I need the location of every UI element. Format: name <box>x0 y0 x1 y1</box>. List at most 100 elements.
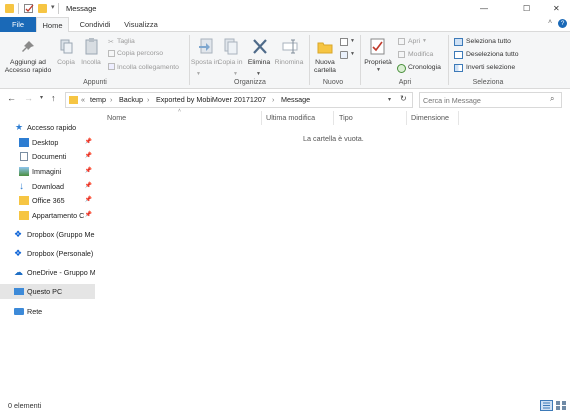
tab-view[interactable]: Visualizza <box>121 17 161 32</box>
sidebar-item-quick-access[interactable]: ★ Accesso rapido <box>0 120 95 135</box>
sidebar-item-pictures[interactable]: Immagini 📌 <box>0 164 95 179</box>
pictures-icon <box>19 167 29 176</box>
column-divider[interactable] <box>406 111 407 125</box>
column-divider[interactable] <box>458 111 459 125</box>
chevron-down-icon: ▼ <box>233 71 238 77</box>
sort-up-icon: ˄ <box>178 108 181 114</box>
sidebar-item-label: Download <box>32 182 64 191</box>
paste-link-button[interactable]: Incolla collegamento <box>117 64 179 72</box>
history-button[interactable]: Cronologia <box>408 64 441 72</box>
sidebar-item-label: Dropbox (Gruppo Me <box>27 230 95 239</box>
search-box[interactable]: ⌕ <box>419 92 562 108</box>
copy-button[interactable]: Copia <box>55 59 77 67</box>
pin-icon[interactable]: 📌 <box>85 164 92 179</box>
invert-selection-icon <box>454 64 463 72</box>
copy-path-icon <box>108 50 115 57</box>
sidebar-item-this-pc[interactable]: Questo PC <box>0 284 95 299</box>
address-bar[interactable]: « temp › Backup › Exported by MobiMover … <box>65 92 413 108</box>
copy-to-button[interactable]: Copia in <box>217 59 243 67</box>
edit-button[interactable]: Modifica <box>408 51 433 59</box>
open-button[interactable]: Apri <box>408 38 420 46</box>
column-header-size[interactable]: Dimensione <box>411 113 449 123</box>
easy-access-icon[interactable] <box>340 51 348 59</box>
sidebar-item-dropbox-personal[interactable]: ❖ Dropbox (Personale) <box>0 246 95 261</box>
sidebar-item-label: Office 365 <box>32 196 65 205</box>
forward-arrow-icon[interactable]: → <box>24 93 33 103</box>
sidebar-item-label: Dropbox (Personale) <box>27 249 94 258</box>
documents-icon <box>20 152 28 161</box>
star-icon: ★ <box>15 122 24 132</box>
new-folder-quick-icon[interactable] <box>38 4 47 13</box>
divider <box>18 3 19 14</box>
sidebar-item-dropbox-group[interactable]: ❖ Dropbox (Gruppo Me <box>0 227 95 242</box>
pin-icon[interactable]: 📌 <box>85 208 92 223</box>
new-folder-button[interactable]: Nuova cartella <box>309 59 341 75</box>
breadcrumb-temp[interactable]: temp <box>90 93 106 107</box>
chevron-down-icon: ▼ <box>256 71 261 77</box>
details-view-icon[interactable] <box>540 400 553 411</box>
status-bar: 0 elementi <box>0 397 570 413</box>
breadcrumb-exported[interactable]: Exported by MobiMover 20171207 <box>156 93 266 107</box>
pin-icon[interactable]: 📌 <box>85 135 92 150</box>
maximize-button[interactable]: ☐ <box>523 0 530 17</box>
minimize-button[interactable]: — <box>480 0 488 17</box>
delete-button[interactable]: Elimina <box>246 59 272 67</box>
tab-home[interactable]: Home <box>36 17 69 33</box>
properties-button[interactable]: Proprietà <box>362 59 394 67</box>
cut-button[interactable]: Taglia <box>117 38 135 46</box>
folder-icon <box>19 196 29 205</box>
move-to-button[interactable]: Sposta in <box>190 59 220 67</box>
breadcrumb-message[interactable]: Message <box>281 93 310 107</box>
chevron-down-icon[interactable]: ▾ <box>51 3 55 11</box>
pin-icon[interactable]: 📌 <box>85 193 92 208</box>
move-to-icon <box>198 38 214 55</box>
large-icons-view-icon[interactable] <box>555 400 567 411</box>
address-dropdown-icon[interactable]: ▾ <box>388 96 391 103</box>
help-icon[interactable]: ? <box>558 19 567 28</box>
search-input[interactable] <box>423 94 545 106</box>
column-divider[interactable] <box>261 111 262 125</box>
search-icon[interactable]: ⌕ <box>550 94 554 104</box>
pin-icon[interactable]: 📌 <box>85 179 92 194</box>
column-header-name[interactable]: Nome <box>107 113 126 123</box>
rename-button[interactable]: Rinomina <box>272 59 306 67</box>
sidebar-item-onedrive[interactable]: ☁ OneDrive - Gruppo M <box>0 265 95 280</box>
back-arrow-icon[interactable]: ← <box>7 93 16 103</box>
column-header-type[interactable]: Tipo <box>339 113 353 123</box>
deselect-all-button[interactable]: Deseleziona tutto <box>466 51 519 59</box>
item-count: 0 elementi <box>8 401 42 410</box>
pin-icon[interactable]: 📌 <box>85 149 92 164</box>
paste-button[interactable]: Incolla <box>79 59 103 67</box>
sidebar-item-documents[interactable]: Documenti 📌 <box>0 149 95 164</box>
download-arrow-icon: ↓ <box>19 181 24 192</box>
invert-selection-button[interactable]: Inverti selezione <box>466 64 515 72</box>
collapse-ribbon-icon[interactable]: ˄ <box>548 19 552 26</box>
chevron-down-icon: ▼ <box>196 71 201 77</box>
properties-quick-icon[interactable] <box>24 4 34 13</box>
tab-share[interactable]: Condividi <box>75 17 115 32</box>
sidebar-item-office365[interactable]: Office 365 📌 <box>0 193 95 208</box>
copy-path-button[interactable]: Copia percorso <box>117 50 163 58</box>
new-item-icon[interactable] <box>340 38 348 46</box>
group-label-select: Seleziona <box>472 79 504 86</box>
breadcrumb-separator: › <box>147 95 150 104</box>
refresh-icon[interactable]: ↻ <box>400 94 407 103</box>
sidebar-item-desktop[interactable]: Desktop 📌 <box>0 135 95 150</box>
select-all-button[interactable]: Seleziona tutto <box>466 38 511 46</box>
column-divider[interactable] <box>333 111 334 125</box>
sidebar-item-appartamento[interactable]: Appartamento C 📌 <box>0 208 95 223</box>
breadcrumb-overflow[interactable]: « <box>81 93 85 107</box>
column-header-modified[interactable]: Ultima modifica <box>266 113 315 123</box>
recent-locations-icon[interactable]: ▾ <box>40 94 43 101</box>
close-button[interactable]: ✕ <box>553 0 560 17</box>
up-arrow-icon[interactable]: ↑ <box>51 93 56 103</box>
delete-icon <box>252 38 268 55</box>
sidebar-item-network[interactable]: Rete <box>0 304 95 319</box>
pin-quick-access-button[interactable]: Aggiungi ad Accesso rapido <box>2 59 54 75</box>
title-bar: ▾ Message — ☐ ✕ <box>0 0 570 17</box>
tab-file[interactable]: File <box>0 17 36 32</box>
sidebar-item-label: Desktop <box>32 138 59 147</box>
sidebar-item-label: Rete <box>27 307 43 316</box>
breadcrumb-backup[interactable]: Backup <box>119 93 143 107</box>
sidebar-item-downloads[interactable]: ↓ Download 📌 <box>0 179 95 194</box>
